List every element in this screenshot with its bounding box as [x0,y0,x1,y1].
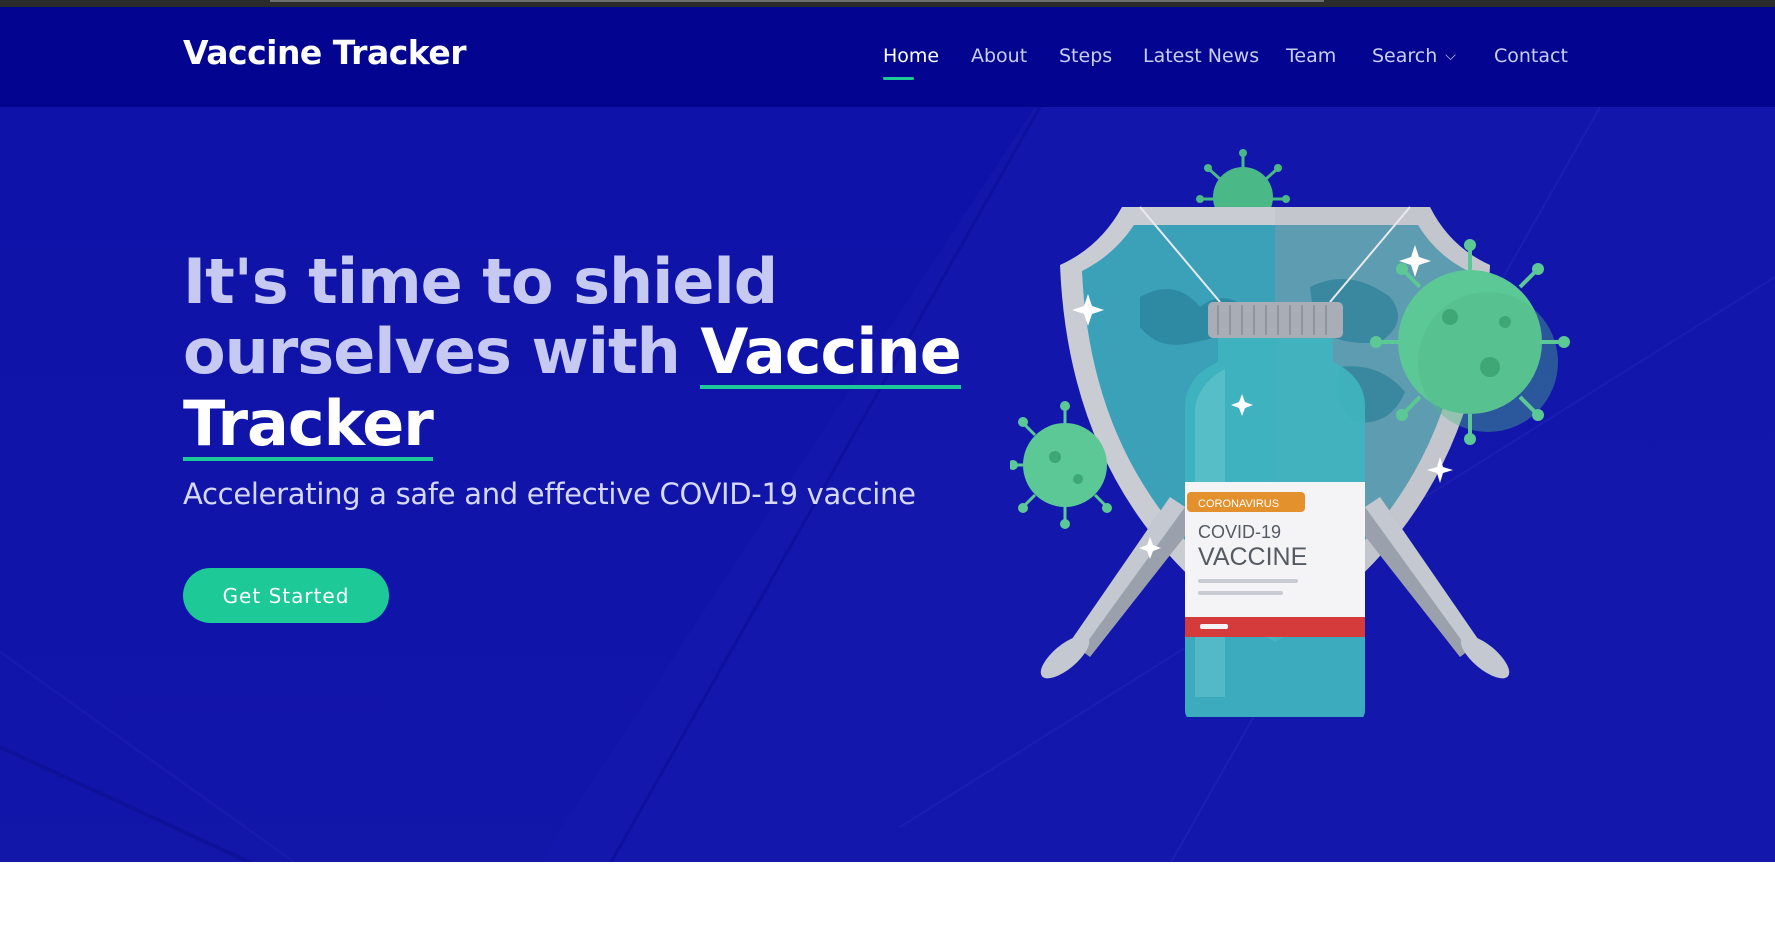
vial-label-line2: VACCINE [1198,543,1307,571]
nav-steps[interactable]: Steps [1059,45,1112,67]
nav-about[interactable]: About [971,45,1027,67]
hero-subtitle: Accelerating a safe and effective COVID-… [183,477,916,511]
navbar: Vaccine Tracker Home About Steps Latest … [0,7,1775,107]
headline-highlight-vaccine: Vaccine [700,315,962,389]
nav-team-label: Team [1286,45,1337,67]
nav-home[interactable]: Home [883,45,940,80]
nav-contact-label: Contact [1494,45,1568,67]
nav-search-label: Search [1372,45,1438,67]
chevron-down-icon: ⌵ [1445,48,1456,64]
get-started-button[interactable]: Get Started [183,568,389,623]
nav-active-underline [883,77,914,80]
page-bottom-area [0,862,1775,952]
vaccine-shield-illustration: CORONAVIRUS COVID-19 VACCINE [1010,149,1570,717]
nav-latest-news-label: Latest News [1143,45,1260,67]
vial-label-tag: CORONAVIRUS [1198,498,1279,510]
nav-home-label: Home [883,45,940,67]
virus-icon-right [1370,239,1570,445]
nav-steps-label: Steps [1059,45,1113,67]
nav-latest-news[interactable]: Latest News [1143,45,1259,67]
nav-team[interactable]: Team [1286,45,1336,67]
nav-search-dropdown[interactable]: Search ⌵ [1372,45,1456,67]
nav-about-label: About [971,45,1028,67]
brand-logo[interactable]: Vaccine Tracker [183,33,467,72]
browser-top-strip [0,0,1775,7]
nav-contact[interactable]: Contact [1494,45,1568,67]
hero-section: It's time to shield ourselves with Vacci… [0,107,1775,952]
headline-text: It's time to shield ourselves with [183,245,778,388]
vial-label-line1: COVID-19 [1198,522,1281,542]
headline-highlight-tracker: Tracker [183,387,434,461]
hero-headline: It's time to shield ourselves with Vacci… [183,247,1003,461]
